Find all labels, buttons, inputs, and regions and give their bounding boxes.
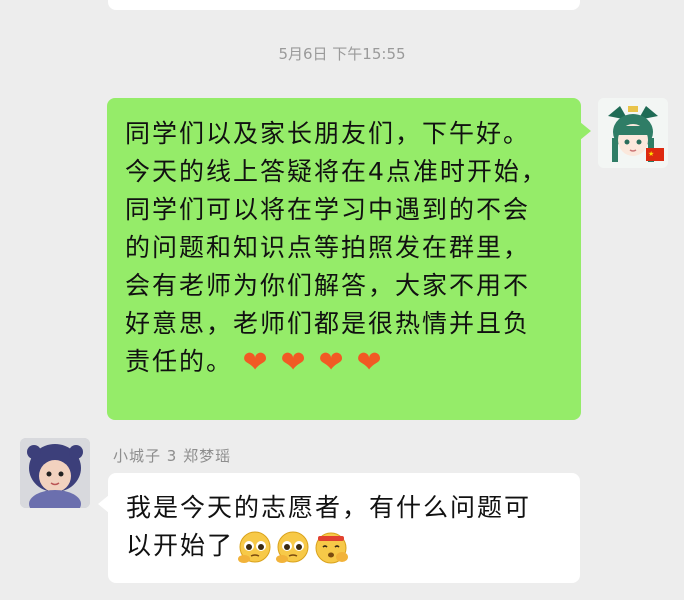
message-line: 同学们可以将在学习中遇到的不会 xyxy=(125,195,531,224)
outgoing-message-bubble[interactable]: 同学们以及家长朋友们，下午好。 今天的线上答疑将在4点准时开始， 同学们可以将在… xyxy=(107,98,591,420)
pleading-face-icon xyxy=(238,531,271,563)
message-line-text: 责任的。 xyxy=(125,347,234,376)
heart-icon: ❤ xyxy=(280,345,308,380)
message-line: 同学们以及家长朋友们，下午好。 xyxy=(125,119,531,148)
heart-icon: ❤ xyxy=(318,345,346,380)
message-line: 今天的线上答疑将在4点准时开始， xyxy=(125,157,548,186)
anime-character-avatar-icon: ★ xyxy=(598,98,668,168)
message-line: 我是今天的志愿者，有什么问题可 xyxy=(126,493,532,522)
child-photo-avatar-icon xyxy=(20,438,90,508)
heart-icon: ❤ xyxy=(242,345,270,380)
message-line-last: 以开始了 xyxy=(126,527,568,565)
pleading-face-icon xyxy=(276,531,309,563)
sender-avatar[interactable] xyxy=(20,438,90,508)
heart-icon: ❤ xyxy=(356,345,384,380)
message-line: 好意思，老师们都是很热情并且负 xyxy=(125,309,531,338)
message-line: 会有老师为你们解答，大家不用不 xyxy=(125,271,531,300)
message-line: 的问题和知识点等拍照发在群里， xyxy=(125,233,531,262)
svg-text:★: ★ xyxy=(648,150,654,158)
emoji-group xyxy=(236,529,350,565)
message-line-last: 责任的。 ❤ ❤ ❤ ❤ xyxy=(125,343,569,381)
message-line-text: 以开始了 xyxy=(126,531,235,560)
incoming-message-bubble[interactable]: 我是今天的志愿者，有什么问题可 以开始了 xyxy=(98,473,580,583)
message-timestamp: 5月6日 下午15:55 xyxy=(278,45,406,63)
heart-emoji-group: ❤ ❤ ❤ ❤ xyxy=(239,346,387,380)
sender-name: 小城子 3 郑梦瑶 xyxy=(113,447,232,465)
previous-message-bubble[interactable] xyxy=(108,0,580,10)
own-avatar[interactable]: ★ xyxy=(598,98,668,168)
saluting-face-icon xyxy=(315,532,349,564)
